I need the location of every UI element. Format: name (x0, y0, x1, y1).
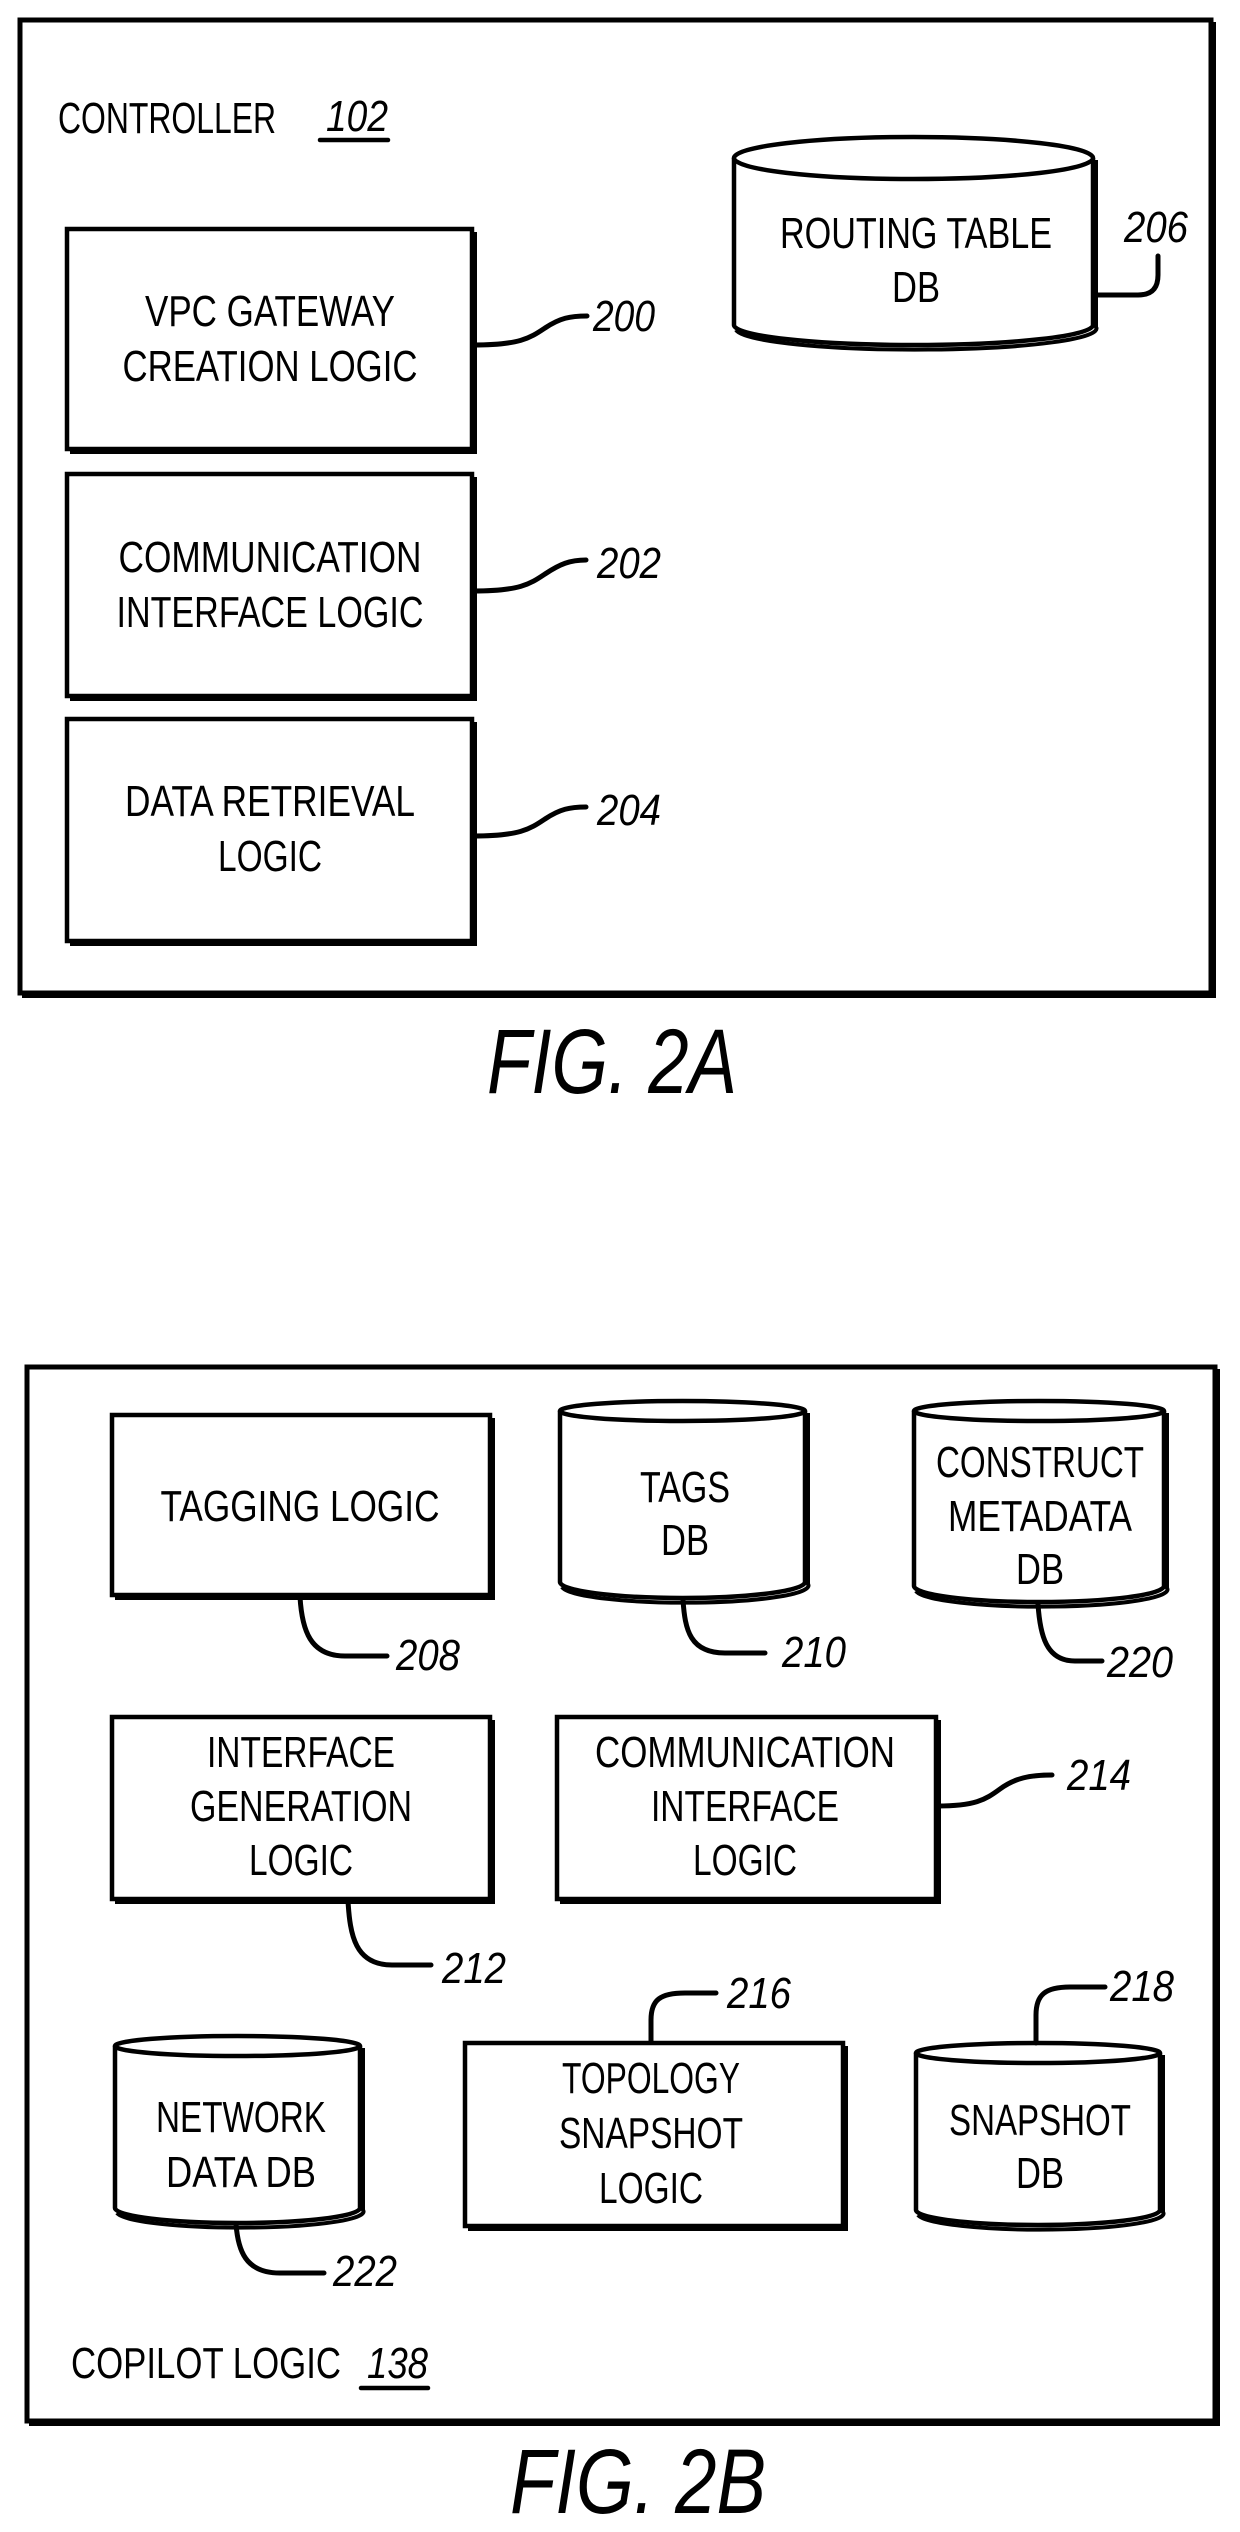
block-label-line-3: LOGIC (599, 2164, 703, 2213)
communication-interface-logic-block: COMMUNICATION INTERFACE LOGIC 214 (554, 1714, 1131, 1904)
leader-line-220 (1035, 1601, 1105, 1664)
db-label-line-2: DATA DB (166, 2148, 316, 2197)
block-label-line-1: DATA RETRIEVAL (125, 777, 415, 826)
leader-line-218 (1033, 1984, 1108, 2046)
vpc-gateway-creation-logic-block: VPC GATEWAY CREATION LOGIC 200 (64, 226, 655, 454)
leader-line-200 (470, 313, 590, 348)
copilot-logic-title: COPILOT LOGIC (71, 2339, 341, 2388)
db-label-line-1: SNAPSHOT (949, 2096, 1131, 2145)
communication-interface-logic-block: COMMUNICATION INTERFACE LOGIC 202 (64, 471, 661, 701)
routing-table-db-cylinder: ROUTING TABLE DB 206 (731, 134, 1188, 352)
ref-number-208: 208 (395, 1631, 460, 1680)
leader-line-202 (470, 557, 589, 594)
data-retrieval-logic-block: DATA RETRIEVAL LOGIC 204 (64, 716, 661, 946)
cylinder-top (112, 2033, 363, 2059)
patent-figure-sheet: CONTROLLER 102 VPC GATEWAY CREATION LOGI… (17, 17, 1220, 2532)
ref-number-204: 204 (596, 786, 661, 835)
ref-number-200: 200 (592, 292, 655, 341)
block-label-line-3: LOGIC (693, 1836, 797, 1885)
block-label-line-2: GENERATION (190, 1782, 412, 1831)
block-label-line-1: TAGGING LOGIC (161, 1482, 440, 1531)
block-label-line-1: VPC GATEWAY (145, 287, 395, 336)
leader-line-206 (1092, 253, 1161, 298)
ref-number-202: 202 (596, 539, 661, 588)
block-label-line-1: COMMUNICATION (119, 533, 422, 582)
controller-ref-number: 102 (326, 92, 388, 141)
block-outline (64, 716, 475, 944)
cylinder-top (731, 134, 1096, 182)
block-outline (64, 471, 475, 699)
db-label-line-1: ROUTING TABLE (780, 209, 1052, 258)
figure-2a: CONTROLLER 102 VPC GATEWAY CREATION LOGI… (17, 17, 1216, 1113)
construct-metadata-db-cylinder: CONSTRUCT METADATA DB 220 (911, 1398, 1173, 1687)
block-label-line-2: INTERFACE LOGIC (117, 588, 424, 637)
db-label-line-2: DB (1016, 2149, 1064, 2198)
tagging-logic-block: TAGGING LOGIC 208 (109, 1412, 495, 1680)
block-label-line-1: COMMUNICATION (595, 1728, 895, 1777)
db-label-line-3: DB (1016, 1545, 1064, 1594)
block-label-line-1: TOPOLOGY (562, 2054, 740, 2103)
leader-line-208 (297, 1594, 390, 1659)
controller-title: CONTROLLER (58, 94, 276, 143)
block-label-line-1: INTERFACE (207, 1728, 395, 1777)
db-label-line-1: TAGS (640, 1463, 730, 1512)
block-label-line-2: CREATION LOGIC (123, 342, 418, 391)
db-label-line-1: CONSTRUCT (936, 1438, 1144, 1487)
block-label-line-2: LOGIC (218, 832, 322, 881)
ref-number-220: 220 (1106, 1638, 1173, 1687)
leader-line-222 (233, 2221, 327, 2276)
snapshot-db-cylinder: SNAPSHOT DB 218 (913, 1962, 1174, 2232)
leader-line-212 (345, 1898, 434, 1968)
db-label-line-2: DB (892, 263, 940, 312)
leader-line-214 (934, 1772, 1055, 1809)
block-label-line-2: SNAPSHOT (559, 2109, 743, 2158)
cylinder-top (913, 2040, 1163, 2066)
figure-caption-2b: FIG. 2B (510, 2431, 766, 2532)
interface-generation-logic-block: INTERFACE GENERATION LOGIC 212 (109, 1714, 506, 1993)
db-label-line-1: NETWORK (156, 2093, 326, 2142)
ref-number-214: 214 (1066, 1751, 1131, 1800)
ref-number-216: 216 (726, 1969, 791, 2018)
ref-number-210: 210 (781, 1628, 846, 1677)
cylinder-top (911, 1398, 1167, 1424)
block-label-line-3: LOGIC (249, 1836, 353, 1885)
leader-line-204 (470, 804, 589, 839)
network-data-db-cylinder: NETWORK DATA DB 222 (112, 2033, 397, 2296)
ref-number-218: 218 (1109, 1962, 1174, 2011)
ref-number-206: 206 (1123, 203, 1188, 252)
tags-db-cylinder: TAGS DB 210 (557, 1398, 846, 1677)
figure-2b: TAGGING LOGIC 208 TAGS DB 210 CONSTRUCT … (24, 1364, 1220, 2532)
block-outline (64, 226, 475, 452)
copilot-logic-ref-number: 138 (367, 2339, 428, 2388)
block-label-line-2: INTERFACE (651, 1782, 839, 1831)
leader-line-210 (680, 1597, 768, 1656)
cylinder-top (557, 1398, 808, 1424)
leader-line-216 (648, 1990, 719, 2044)
figure-caption-2a: FIG. 2A (487, 1011, 737, 1113)
ref-number-222: 222 (332, 2247, 397, 2296)
topology-snapshot-logic-block: TOPOLOGY SNAPSHOT LOGIC 216 (462, 1969, 848, 2231)
db-label-line-2: METADATA (948, 1492, 1133, 1541)
ref-number-212: 212 (441, 1944, 506, 1993)
db-label-line-2: DB (661, 1516, 709, 1565)
